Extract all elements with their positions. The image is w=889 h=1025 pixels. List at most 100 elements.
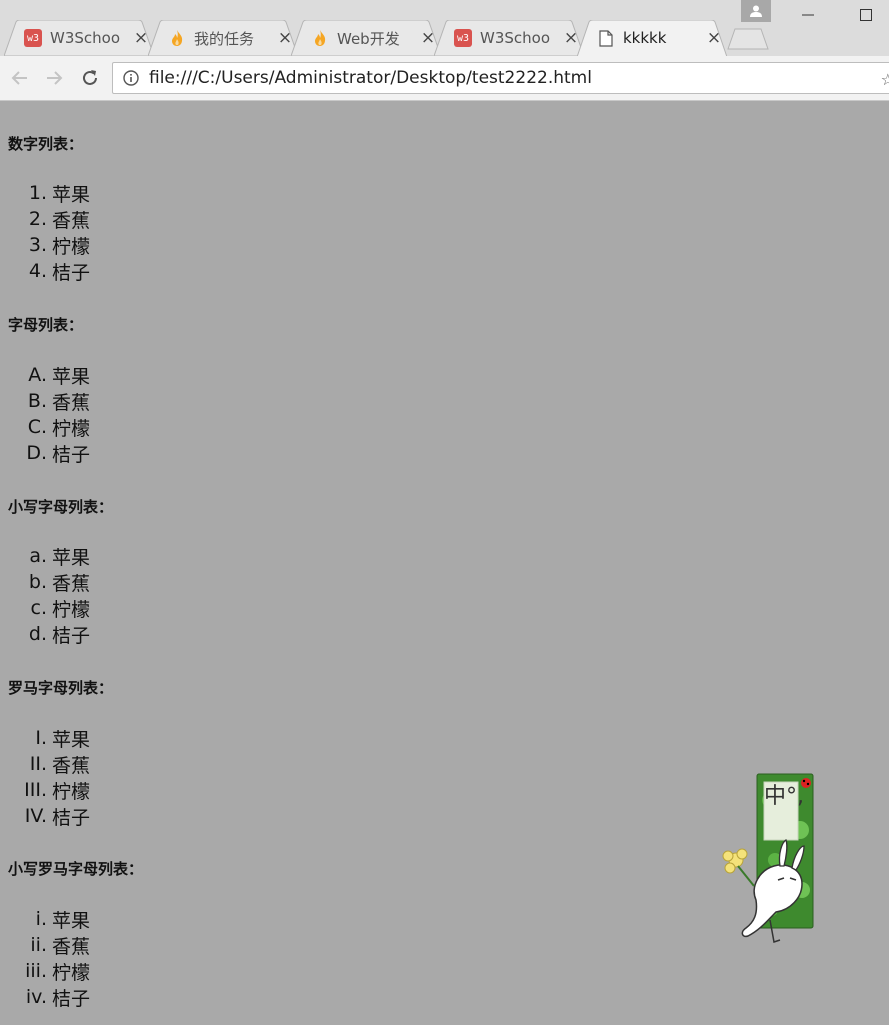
list-item: 4. 桔子 <box>0 258 200 284</box>
minimize-button[interactable] <box>788 0 828 30</box>
minimize-icon <box>802 14 814 16</box>
list-item: 1. 苹果 <box>0 180 200 206</box>
ordered-list-lower-roman: i. 苹果 ii. 香蕉 iii. 柠檬 iv. 桔子 <box>0 906 200 1010</box>
list-item-text: 柠檬 <box>52 961 91 984</box>
list-item-text: 桔子 <box>52 624 91 647</box>
list-item-text: 香蕉 <box>52 572 91 595</box>
list-item-text: 苹果 <box>52 546 91 569</box>
list-item: d. 桔子 <box>0 621 200 647</box>
list-item-text: 苹果 <box>52 728 91 751</box>
list-item: II. 香蕉 <box>0 751 200 777</box>
tab-title: kkkkk <box>623 29 667 47</box>
list-item-text: 柠檬 <box>52 417 91 440</box>
page-icon <box>597 29 615 47</box>
list-marker: ii. <box>30 934 47 956</box>
list-marker: IV. <box>24 805 47 827</box>
w3schools-icon: w3 <box>24 29 42 47</box>
list-item-text: 桔子 <box>52 261 91 284</box>
section-title-upper-roman: 罗马字母列表： <box>8 679 114 697</box>
list-marker: 1. <box>28 182 47 204</box>
list-marker: iii. <box>25 960 47 982</box>
user-icon <box>750 5 762 17</box>
new-tab-button[interactable] <box>727 28 769 50</box>
reload-button[interactable] <box>76 64 104 92</box>
ime-label: 中°, <box>764 784 804 809</box>
list-item-text: 柠檬 <box>52 598 91 621</box>
list-item: A. 苹果 <box>0 362 200 388</box>
ordered-list-lower-alpha: a. 苹果 b. 香蕉 c. 柠檬 d. 桔子 <box>0 543 200 647</box>
list-marker: 2. <box>28 208 47 230</box>
list-marker: C. <box>27 416 47 438</box>
maximize-button[interactable] <box>846 0 886 30</box>
forward-button[interactable] <box>40 64 68 92</box>
list-item: III. 柠檬 <box>0 777 200 803</box>
ordered-list-upper-alpha: A. 苹果 B. 香蕉 C. 柠檬 D. 桔子 <box>0 362 200 466</box>
tab-w3schools-1[interactable]: w3 W3Schoo × <box>4 20 154 56</box>
list-item: c. 柠檬 <box>0 595 200 621</box>
reload-icon <box>83 70 97 85</box>
list-item: 2. 香蕉 <box>0 206 200 232</box>
tab-title: 我的任务 <box>194 29 255 48</box>
ordered-list-upper-roman: I. 苹果 II. 香蕉 III. 柠檬 IV. 桔子 <box>0 725 200 829</box>
list-marker: III. <box>24 779 47 801</box>
list-item-text: 苹果 <box>52 909 91 932</box>
tab-strip: w3 W3Schoo × 我的任务 × Web开发 × w3 W3Schoo ×… <box>0 0 889 56</box>
list-item-text: 桔子 <box>52 443 91 466</box>
maximize-icon <box>860 9 872 21</box>
list-item: iv. 桔子 <box>0 984 200 1010</box>
list-item: C. 柠檬 <box>0 414 200 440</box>
list-item-text: 香蕉 <box>52 209 91 232</box>
list-item: IV. 桔子 <box>0 803 200 829</box>
back-arrow-icon <box>11 71 27 85</box>
browser-toolbar: file:///C:/Users/Administrator/Desktop/t… <box>0 56 889 101</box>
address-text[interactable]: file:///C:/Users/Administrator/Desktop/t… <box>149 68 592 88</box>
list-marker: B. <box>27 390 47 412</box>
list-item-text: 苹果 <box>52 183 91 206</box>
section-title-lower-alpha: 小写字母列表： <box>8 498 114 516</box>
list-marker: iv. <box>25 986 47 1008</box>
tab-title: W3Schoo <box>480 29 551 47</box>
ime-status-sticker[interactable]: 中°, <box>720 770 820 950</box>
close-icon[interactable]: × <box>701 28 727 48</box>
tab-kkkkk[interactable]: kkkkk × <box>577 20 727 56</box>
profile-button[interactable] <box>741 0 771 22</box>
w3schools-icon: w3 <box>454 29 472 47</box>
tab-web-dev[interactable]: Web开发 × <box>291 20 441 56</box>
list-item: a. 苹果 <box>0 543 200 569</box>
tab-my-tasks[interactable]: 我的任务 × <box>148 20 298 56</box>
list-marker: 4. <box>28 260 47 282</box>
list-item: ii. 香蕉 <box>0 932 200 958</box>
bookmark-star-icon[interactable]: ☆ <box>881 70 889 89</box>
list-item: D. 桔子 <box>0 440 200 466</box>
list-marker: a. <box>29 545 47 567</box>
list-item-text: 桔子 <box>52 987 91 1010</box>
list-item: b. 香蕉 <box>0 569 200 595</box>
section-title-numbered: 数字列表： <box>8 135 84 153</box>
list-marker: d. <box>28 623 47 645</box>
list-marker: c. <box>30 597 48 619</box>
tab-w3schools-2[interactable]: w3 W3Schoo × <box>434 20 584 56</box>
list-marker: I. <box>35 727 47 749</box>
info-icon[interactable] <box>113 63 149 93</box>
list-marker: 3. <box>28 234 47 256</box>
list-item-text: 香蕉 <box>52 935 91 958</box>
tab-title: W3Schoo <box>50 29 121 47</box>
flame-icon <box>168 29 186 47</box>
section-title-lower-roman: 小写罗马字母列表： <box>8 860 144 878</box>
list-item-text: 香蕉 <box>52 754 91 777</box>
list-item: 3. 柠檬 <box>0 232 200 258</box>
back-button[interactable] <box>6 64 34 92</box>
address-bar[interactable]: file:///C:/Users/Administrator/Desktop/t… <box>112 62 889 94</box>
list-marker: b. <box>28 571 47 593</box>
ordered-list-numbered: 1. 苹果 2. 香蕉 3. 柠檬 4. 桔子 <box>0 180 200 284</box>
list-item-text: 苹果 <box>52 365 91 388</box>
flame-icon <box>311 29 329 47</box>
list-item-text: 桔子 <box>52 806 91 829</box>
list-item-text: 香蕉 <box>52 391 91 414</box>
list-item: iii. 柠檬 <box>0 958 200 984</box>
list-item-text: 柠檬 <box>52 235 91 258</box>
list-marker: II. <box>29 753 47 775</box>
forward-arrow-icon <box>47 71 63 85</box>
list-marker: i. <box>35 908 47 930</box>
list-item-text: 柠檬 <box>52 780 91 803</box>
